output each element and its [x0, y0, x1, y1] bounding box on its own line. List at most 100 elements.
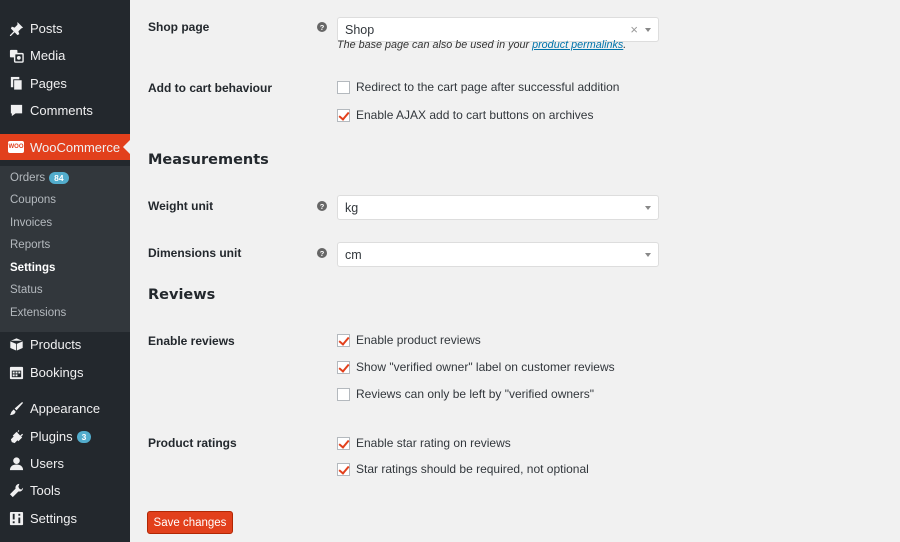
- sidebar-item-plugins[interactable]: Plugins 3: [0, 423, 130, 450]
- calendar-icon: [8, 365, 24, 381]
- redirect-to-cart-option[interactable]: Redirect to the cart page after successf…: [337, 80, 619, 94]
- brush-icon: [8, 401, 24, 417]
- desc-text: The base page can also be used in your: [337, 39, 533, 51]
- weight-unit-label: Weight unit: [148, 199, 214, 213]
- sidebar-item-tools[interactable]: Tools: [0, 477, 130, 504]
- sidebar-item-label: Appearance: [30, 401, 101, 416]
- help-tip-icon[interactable]: ?: [317, 201, 327, 211]
- verified-owner-label-option[interactable]: Show "verified owner" label on customer …: [337, 360, 615, 374]
- weight-unit-select[interactable]: kg: [337, 195, 659, 220]
- checkbox-label: Redirect to the cart page after successf…: [356, 80, 620, 94]
- enable-reviews-label: Enable reviews: [148, 334, 235, 348]
- woo-icon: WOO: [8, 139, 24, 155]
- sidebar-item-label: Tools: [30, 483, 61, 498]
- checkbox-label: Enable product reviews: [356, 333, 481, 347]
- submenu-item-label: Settings: [10, 262, 56, 274]
- enable-product-reviews-option[interactable]: Enable product reviews: [337, 333, 481, 347]
- submenu-item-label: Coupons: [10, 194, 57, 206]
- checkbox-label: Show "verified owner" label on customer …: [356, 360, 615, 374]
- pin-icon: [8, 21, 24, 37]
- sidebar-item-label: Plugins: [30, 429, 73, 444]
- submenu-item-label: Orders: [10, 172, 46, 184]
- submenu-item-label: Invoices: [10, 217, 53, 229]
- submenu-item-extensions[interactable]: Extensions: [10, 307, 66, 319]
- shop-page-value: Shop: [345, 23, 375, 37]
- plugin-icon: [8, 429, 24, 445]
- sidebar-item-label: Users: [30, 456, 64, 471]
- checkbox-label: Enable star rating on reviews: [356, 436, 511, 450]
- verified-owners-only-checkbox[interactable]: [337, 387, 350, 401]
- checkbox-label: Star ratings should be required, not opt…: [356, 462, 589, 476]
- woo-logo-text: WOO: [8, 141, 24, 153]
- sidebar-item-label: Bookings: [30, 365, 84, 380]
- sidebar-item-products[interactable]: Products: [0, 331, 130, 358]
- sidebar-item-woocommerce[interactable]: WOO WooCommerce: [0, 134, 130, 160]
- sidebar-item-label: Media: [30, 48, 66, 63]
- settings-icon: [8, 511, 24, 527]
- submenu-item-invoices[interactable]: Invoices: [10, 217, 52, 229]
- shop-page-label: Shop page: [148, 20, 210, 34]
- reviews-heading: Reviews: [148, 287, 216, 303]
- sidebar-item-settings[interactable]: Settings: [0, 505, 130, 532]
- checkbox-label: Reviews can only be left by "verified ow…: [356, 387, 594, 401]
- dimensions-unit-value: cm: [345, 248, 362, 262]
- sidebar-item-label: Posts: [30, 21, 63, 36]
- submenu-item-settings[interactable]: Settings: [10, 262, 55, 274]
- shop-page-description: The base page can also be used in your p…: [337, 39, 626, 51]
- desc-suffix: .: [623, 39, 627, 51]
- submenu-item-label: Status: [10, 284, 43, 296]
- verified-owner-label-checkbox[interactable]: [337, 360, 350, 374]
- clear-icon[interactable]: ×: [630, 22, 638, 37]
- submenu-item-orders[interactable]: Orders 84: [10, 172, 69, 184]
- dimensions-unit-label: Dimensions unit: [148, 246, 242, 260]
- sidebar-item-appearance[interactable]: Appearance: [0, 395, 130, 422]
- help-tip-icon[interactable]: ?: [317, 248, 327, 258]
- save-changes-button[interactable]: Save changes: [147, 511, 233, 534]
- woocommerce-submenu: Orders 84 Coupons Invoices Reports Setti…: [0, 166, 130, 332]
- dimensions-unit-select[interactable]: cm: [337, 242, 659, 267]
- enable-star-rating-option[interactable]: Enable star rating on reviews: [337, 436, 511, 450]
- ajax-add-to-cart-option[interactable]: Enable AJAX add to cart buttons on archi…: [337, 108, 593, 122]
- plugins-count-badge: 3: [76, 430, 92, 443]
- product-ratings-label: Product ratings: [148, 436, 237, 450]
- chevron-down-icon: [645, 253, 651, 257]
- sidebar-item-posts[interactable]: Posts: [0, 15, 130, 42]
- weight-unit-value: kg: [345, 201, 359, 215]
- wrench-icon: [8, 483, 24, 499]
- chevron-down-icon: [645, 206, 651, 210]
- help-tip-icon[interactable]: ?: [317, 22, 327, 32]
- redirect-to-cart-checkbox[interactable]: [337, 80, 350, 94]
- submenu-item-status[interactable]: Status: [10, 284, 43, 296]
- sidebar-item-label: Comments: [30, 103, 93, 118]
- media-icon: [8, 48, 24, 64]
- sidebar-item-comments[interactable]: Comments: [0, 97, 130, 124]
- sidebar-item-label: Settings: [30, 511, 77, 526]
- star-rating-required-checkbox[interactable]: [337, 462, 350, 476]
- submenu-item-coupons[interactable]: Coupons: [10, 194, 56, 206]
- orders-count-badge: 84: [49, 172, 69, 184]
- sidebar-item-pages[interactable]: Pages: [0, 70, 130, 97]
- sidebar-item-label: Products: [30, 337, 82, 352]
- ajax-add-to-cart-checkbox[interactable]: [337, 108, 350, 122]
- admin-sidebar: Posts Media Pages Comments WOO WooCommer…: [0, 0, 130, 542]
- submenu-item-reports[interactable]: Reports: [10, 239, 50, 251]
- sidebar-item-users[interactable]: Users: [0, 450, 130, 477]
- sidebar-item-bookings[interactable]: Bookings: [0, 359, 130, 386]
- submenu-item-label: Reports: [10, 239, 51, 251]
- measurements-heading: Measurements: [148, 152, 269, 168]
- box-icon: [8, 337, 24, 353]
- star-rating-required-option[interactable]: Star ratings should be required, not opt…: [337, 462, 589, 476]
- pages-icon: [8, 76, 24, 92]
- submenu-item-label: Extensions: [10, 307, 67, 319]
- chevron-down-icon: [645, 28, 651, 32]
- enable-star-rating-checkbox[interactable]: [337, 436, 350, 450]
- sidebar-item-label: Pages: [30, 76, 67, 91]
- enable-product-reviews-checkbox[interactable]: [337, 333, 350, 347]
- sidebar-item-media[interactable]: Media: [0, 42, 130, 69]
- sidebar-item-label: WooCommerce: [30, 139, 121, 155]
- user-icon: [8, 456, 24, 472]
- add-to-cart-label: Add to cart behaviour: [148, 81, 273, 95]
- verified-owners-only-option[interactable]: Reviews can only be left by "verified ow…: [337, 387, 594, 401]
- checkbox-label: Enable AJAX add to cart buttons on archi…: [356, 108, 594, 122]
- product-permalinks-link[interactable]: product permalinks: [532, 39, 623, 51]
